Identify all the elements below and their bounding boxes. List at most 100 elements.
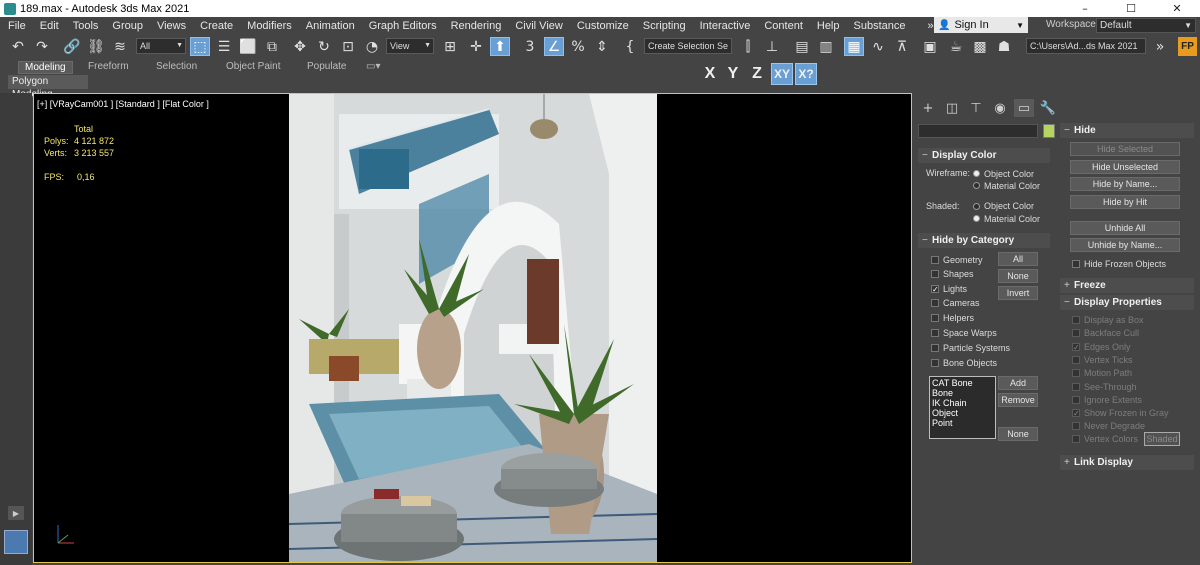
category-all-button[interactable]: All	[998, 252, 1038, 266]
hide-selected-button[interactable]: Hide Selected	[1070, 142, 1180, 156]
close-button[interactable]: ✕	[1154, 0, 1200, 17]
select-by-name-icon[interactable]: ☰	[214, 37, 234, 56]
wireframe-object-color-radio[interactable]	[973, 170, 980, 177]
pivot-center-icon[interactable]: ⊞	[440, 37, 460, 56]
shaded-material-color-radio[interactable]	[973, 215, 980, 222]
menu-group[interactable]: Group	[105, 20, 150, 32]
render-setup-icon[interactable]: ☕	[946, 37, 966, 56]
sign-in-button[interactable]: 👤 Sign In ▼	[934, 17, 1028, 33]
move-icon[interactable]: ✥	[290, 37, 310, 56]
menu-edit[interactable]: Edit	[33, 20, 66, 32]
vertex-ticks-checkbox[interactable]	[1072, 356, 1080, 364]
hide-frozen-checkbox[interactable]	[1072, 260, 1080, 268]
space-warps-checkbox[interactable]	[931, 329, 939, 337]
tab-modeling[interactable]: Modeling	[18, 61, 73, 74]
list-none-button[interactable]: None	[998, 427, 1038, 441]
object-name-field[interactable]	[918, 124, 1038, 138]
list-item[interactable]: CAT Bone	[932, 378, 993, 388]
menu-views[interactable]: Views	[150, 20, 193, 32]
percent-snap-icon[interactable]: %	[568, 37, 588, 56]
link-icon[interactable]: 🔗	[62, 37, 82, 56]
menu-scripting[interactable]: Scripting	[636, 20, 693, 32]
shaded-object-color-radio[interactable]	[973, 203, 980, 210]
display-as-box-checkbox[interactable]	[1072, 316, 1080, 324]
named-selection-set-select[interactable]: Create Selection Se	[644, 38, 732, 54]
object-color-swatch[interactable]	[1043, 124, 1055, 138]
menu-file[interactable]: File	[0, 20, 33, 32]
selection-filter-select[interactable]: All ▼	[136, 38, 186, 54]
category-invert-button[interactable]: Invert	[998, 286, 1038, 300]
material-editor-icon[interactable]: ▣	[920, 37, 940, 56]
freeze-rollout[interactable]: + Freeze	[1060, 278, 1194, 293]
place-icon[interactable]: ◔	[362, 37, 382, 56]
menu-rendering[interactable]: Rendering	[444, 20, 509, 32]
fp-button[interactable]: FP	[1178, 37, 1197, 56]
menu-graph-editors[interactable]: Graph Editors	[362, 20, 444, 32]
menu-civil-view[interactable]: Civil View	[508, 20, 569, 32]
display-properties-rollout[interactable]: − Display Properties	[1060, 295, 1194, 310]
toggle-ribbon-icon[interactable]: ▥	[816, 37, 836, 56]
scale-icon[interactable]: ⊡	[338, 37, 358, 56]
undo-icon[interactable]: ↶	[8, 37, 28, 56]
geometry-checkbox[interactable]	[931, 256, 939, 264]
category-list[interactable]: CAT Bone Bone IK Chain Object Point	[929, 376, 996, 439]
bind-space-warp-icon[interactable]: ≋	[110, 37, 130, 56]
wireframe-material-color-radio[interactable]	[973, 182, 980, 189]
rendered-frame-window-icon[interactable]: ▩	[970, 37, 990, 56]
category-none-button[interactable]: None	[998, 269, 1038, 283]
angle-snap-icon[interactable]: ∠	[544, 37, 564, 56]
menu-modifiers[interactable]: Modifiers	[240, 20, 299, 32]
tab-object-paint[interactable]: Object Paint	[226, 61, 280, 74]
reference-coordinate-select[interactable]: View ▼	[386, 38, 434, 54]
redo-icon[interactable]: ↷	[32, 37, 52, 56]
vertex-colors-checkbox[interactable]	[1072, 435, 1080, 443]
show-frozen-in-gray-checkbox[interactable]: ✓	[1072, 409, 1080, 418]
select-object-icon[interactable]: ⬚	[190, 37, 210, 56]
tab-populate[interactable]: Populate	[307, 61, 346, 74]
motion-panel-icon[interactable]: ◉	[990, 99, 1010, 117]
list-item[interactable]: IK Chain Object	[932, 398, 993, 418]
link-display-rollout[interactable]: + Link Display	[1060, 455, 1194, 470]
menu-interactive[interactable]: Interactive	[693, 20, 758, 32]
play-icon[interactable]: ▶	[8, 506, 24, 520]
hierarchy-panel-icon[interactable]: ⊤	[966, 99, 986, 117]
keyboard-shortcut-override-icon[interactable]: ⬆	[490, 37, 510, 56]
ignore-extents-checkbox[interactable]	[1072, 396, 1080, 404]
menu-create[interactable]: Create	[193, 20, 240, 32]
viewport[interactable]: [+] [VRayCam001 ] [Standard ] [Flat Colo…	[33, 93, 912, 563]
menu-help[interactable]: Help	[810, 20, 847, 32]
list-remove-button[interactable]: Remove	[998, 393, 1038, 407]
toolbar-more-chevron-icon[interactable]: »	[1150, 37, 1170, 56]
window-crossing-icon[interactable]: ⧉	[262, 37, 282, 56]
rotate-icon[interactable]: ↻	[314, 37, 334, 56]
list-item[interactable]: Bone	[932, 388, 993, 398]
axis-x-button[interactable]: X	[699, 63, 721, 85]
motion-path-checkbox[interactable]	[1072, 369, 1080, 377]
minimize-button[interactable]: –	[1062, 0, 1108, 17]
polygon-modeling-panel[interactable]: Polygon Modeling	[8, 75, 88, 100]
curve-editor-icon[interactable]: ∿	[868, 37, 888, 56]
display-panel-icon[interactable]: ▭	[1014, 99, 1034, 117]
menu-tools[interactable]: Tools	[66, 20, 106, 32]
hide-by-category-rollout[interactable]: − Hide by Category	[918, 233, 1050, 248]
unhide-all-button[interactable]: Unhide All	[1070, 221, 1180, 235]
menu-animation[interactable]: Animation	[299, 20, 362, 32]
edges-only-checkbox[interactable]: ✓	[1072, 343, 1080, 352]
menu-content[interactable]: Content	[757, 20, 810, 32]
list-item[interactable]: Point	[932, 418, 993, 428]
mirror-icon[interactable]: ⫿	[738, 37, 758, 56]
hide-by-name-button[interactable]: Hide by Name...	[1070, 177, 1180, 191]
modify-panel-icon[interactable]: ◫	[942, 99, 962, 117]
viewport-label[interactable]: [+] [VRayCam001 ] [Standard ] [Flat Colo…	[37, 99, 209, 109]
render-production-icon[interactable]: ☗	[994, 37, 1014, 56]
menu-substance[interactable]: Substance	[847, 20, 913, 32]
rectangular-selection-icon[interactable]: ⬜	[238, 37, 258, 56]
shapes-checkbox[interactable]	[931, 270, 939, 278]
axis-constraint-button[interactable]: X?	[795, 63, 817, 85]
hide-unselected-button[interactable]: Hide Unselected	[1070, 160, 1180, 174]
scene-explorer-icon[interactable]: ▦	[844, 37, 864, 56]
helpers-checkbox[interactable]	[931, 314, 939, 322]
hide-by-hit-button[interactable]: Hide by Hit	[1070, 195, 1180, 209]
hide-rollout[interactable]: − Hide	[1060, 123, 1194, 138]
project-path-field[interactable]: C:\Users\Ad...ds Max 2021	[1026, 38, 1146, 54]
